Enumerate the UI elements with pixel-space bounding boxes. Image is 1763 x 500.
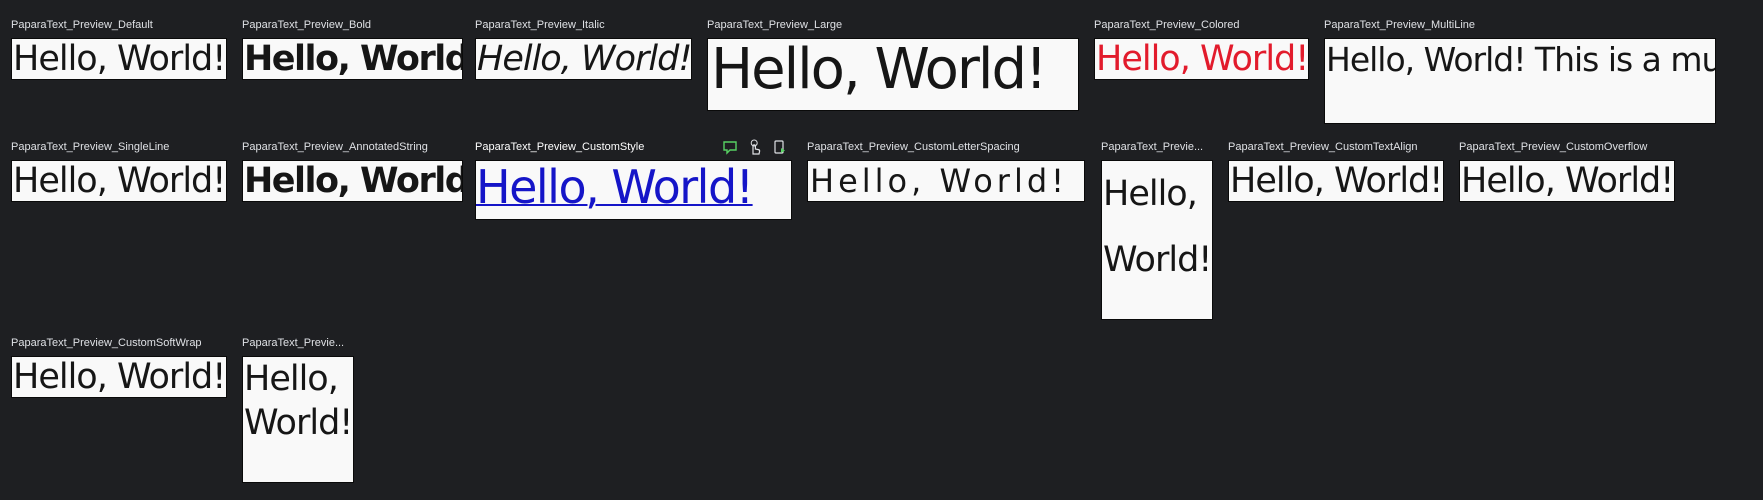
- preview-text: Hello, World!: [711, 38, 1047, 102]
- preview-card-customoverflow[interactable]: Hello, World!: [1459, 160, 1675, 202]
- preview-card-large[interactable]: Hello, World!: [707, 38, 1079, 111]
- preview-text: Hello, World!: [1096, 39, 1309, 79]
- preview-text: Hello, World!: [1230, 161, 1443, 201]
- preview-text: Hello, World!: [476, 160, 754, 214]
- preview-label-default[interactable]: PaparaText_Preview_Default: [11, 18, 153, 32]
- preview-label-large[interactable]: PaparaText_Preview_Large: [707, 18, 842, 32]
- preview-card-multiline[interactable]: Hello, World! This is a multi-line text.: [1324, 38, 1716, 124]
- preview-label-singleline[interactable]: PaparaText_Preview_SingleLine: [11, 140, 169, 154]
- preview-toolbar: [722, 138, 788, 156]
- preview-label-truncated-1[interactable]: PaparaText_Previe...: [1101, 140, 1203, 154]
- preview-label-customoverflow[interactable]: PaparaText_Preview_CustomOverflow: [1459, 140, 1647, 154]
- preview-label-multiline[interactable]: PaparaText_Preview_MultiLine: [1324, 18, 1475, 32]
- preview-text: Hello, World!: [13, 161, 226, 201]
- preview-card-default[interactable]: Hello, World!: [11, 38, 227, 80]
- preview-card-customsoftwrap[interactable]: Hello, World!: [11, 356, 227, 398]
- preview-card-singleline[interactable]: Hello, World!: [11, 160, 227, 202]
- preview-text: Hello, World!: [244, 359, 353, 443]
- preview-text: Hello, World!: [1103, 174, 1212, 280]
- preview-text: Hello, World!: [477, 39, 692, 79]
- preview-label-customstyle[interactable]: PaparaText_Preview_CustomStyle: [475, 140, 644, 154]
- preview-text: Hello, World!: [244, 161, 463, 201]
- preview-card-truncated-1[interactable]: Hello, World!: [1101, 160, 1213, 320]
- preview-text: Hello, World!: [244, 39, 463, 79]
- preview-card-italic[interactable]: Hello, World!: [475, 38, 692, 80]
- preview-card-customstyle[interactable]: Hello, World!: [475, 160, 792, 220]
- preview-label-customtextalign[interactable]: PaparaText_Preview_CustomTextAlign: [1228, 140, 1418, 154]
- preview-label-colored[interactable]: PaparaText_Preview_Colored: [1094, 18, 1240, 32]
- interactive-mode-icon[interactable]: [747, 138, 763, 156]
- preview-card-bold[interactable]: Hello, World!: [242, 38, 463, 80]
- preview-card-colored[interactable]: Hello, World!: [1094, 38, 1309, 80]
- preview-label-bold[interactable]: PaparaText_Preview_Bold: [242, 18, 371, 32]
- preview-text: Hello, World!: [810, 162, 1068, 200]
- preview-text: Hello, World!: [1461, 161, 1674, 201]
- preview-card-customtextalign[interactable]: Hello, World!: [1228, 160, 1444, 202]
- preview-text: Hello, World!: [13, 357, 226, 397]
- preview-label-annotatedstring[interactable]: PaparaText_Preview_AnnotatedString: [242, 140, 428, 154]
- preview-text: Hello, World! This is a multi-line text.: [1326, 40, 1715, 79]
- preview-card-truncated-2[interactable]: Hello, World!: [242, 356, 354, 483]
- preview-card-annotatedstring[interactable]: Hello, World!: [242, 160, 463, 202]
- comment-icon[interactable]: [722, 138, 738, 156]
- preview-label-truncated-2[interactable]: PaparaText_Previe...: [242, 336, 344, 350]
- preview-label-customsoftwrap[interactable]: PaparaText_Preview_CustomSoftWrap: [11, 336, 202, 350]
- preview-label-customletterspacing[interactable]: PaparaText_Preview_CustomLetterSpacing: [807, 140, 1020, 154]
- preview-text: Hello, World!: [13, 39, 226, 79]
- deploy-preview-icon[interactable]: [772, 138, 788, 156]
- preview-label-italic[interactable]: PaparaText_Preview_Italic: [475, 18, 605, 32]
- preview-card-customletterspacing[interactable]: Hello, World!: [807, 160, 1085, 202]
